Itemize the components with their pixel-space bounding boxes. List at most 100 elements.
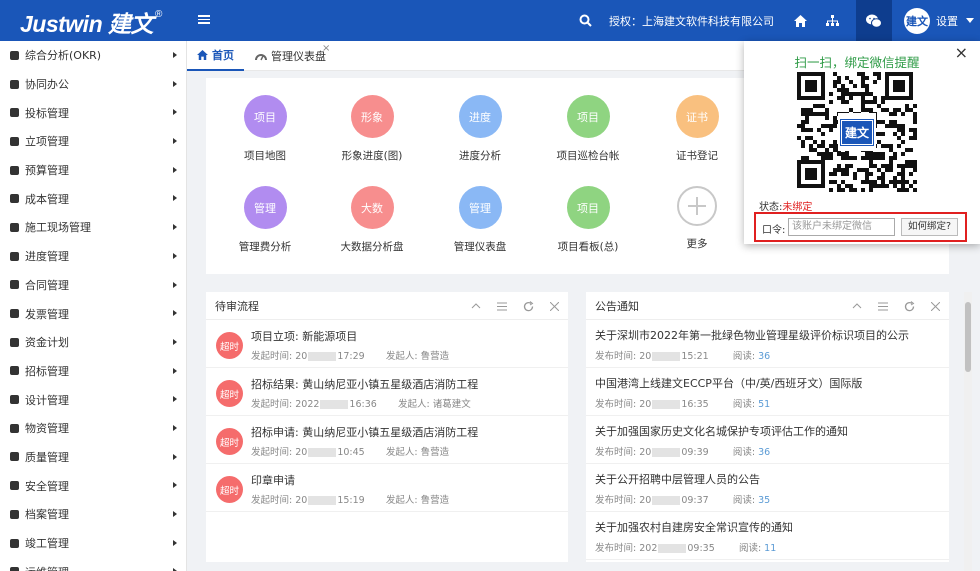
chevron-down-icon[interactable] (966, 18, 974, 23)
notice-panel: 公告通知 关于深圳市2022年第一批绿色物业管理星级评价标识项目的公示 发布时间:… (586, 292, 949, 562)
overdue-badge: 超时 (216, 428, 243, 455)
money-icon (8, 336, 20, 348)
sidebar-item[interactable]: 资金计划 (0, 328, 186, 357)
sidebar-item-label: 综合分析(OKR) (25, 49, 102, 63)
app-shortcut[interactable]: 管理 管理仪表盘 (430, 186, 530, 254)
settings-menu[interactable]: 设置 (936, 13, 958, 29)
sidebar-item[interactable]: 协同办公 (0, 70, 186, 99)
app-shortcut[interactable]: 形象 形象进度(图) (322, 95, 422, 163)
sidebar-item-label: 运维管理 (25, 564, 69, 571)
sidebar-item-label: 投标管理 (25, 106, 69, 120)
sidebar-item[interactable]: 合同管理 (0, 271, 186, 300)
notice-title[interactable]: 关于加强农村自建房安全常识宣传的通知 (595, 519, 793, 535)
brand-logo[interactable]: Justwin 建文 ® (20, 5, 162, 39)
sidebar-item[interactable]: 发票管理 (0, 299, 186, 328)
how-to-bind-button[interactable]: 如何绑定? (901, 218, 958, 236)
token-input[interactable]: 该账户未绑定微信 (788, 218, 895, 236)
sidebar-item[interactable]: 预算管理 (0, 156, 186, 185)
flag-icon (8, 537, 20, 549)
notice-title[interactable]: 中国港湾上线建文ECCP平台（中/英/西班牙文）国际版 (595, 375, 862, 391)
todo-row[interactable]: 超时 招标申请: 黄山纳尼亚小镇五星级酒店消防工程 发起时间: 20 10:45 发起… (206, 416, 568, 464)
time-prefix: 20 (639, 351, 652, 362)
sidebar-item[interactable]: 安全管理 (0, 471, 186, 500)
sidebar-item[interactable]: 进度管理 (0, 242, 186, 271)
notice-title[interactable]: 关于公开招聘中层管理人员的公告 (595, 471, 760, 487)
app-circle: 项目 (566, 95, 610, 138)
menu-icon[interactable] (496, 300, 508, 312)
notice-row[interactable]: 中国港湾上线建文ECCP平台（中/英/西班牙文）国际版 发布时间: 20 16:35… (586, 368, 949, 416)
close-icon[interactable] (548, 300, 560, 312)
todo-row[interactable]: 超时 招标结果: 黄山纳尼亚小镇五星级酒店消防工程 发起时间: 2022 16:36 … (206, 368, 568, 416)
chevron-right-icon (173, 252, 177, 259)
sidebar-item[interactable]: 立项管理 (0, 127, 186, 156)
app-shortcut[interactable]: 证书 证书登记 (647, 95, 747, 163)
read-count: 35 (758, 495, 771, 506)
read-label: 阅读: (732, 351, 756, 362)
notice-row[interactable]: 关于公开招聘中层管理人员的公告 发布时间: 20 09:37 阅读: 35 (586, 464, 949, 512)
todo-title[interactable]: 印章申请 (251, 472, 295, 488)
sidebar-item[interactable]: 施工现场管理 (0, 213, 186, 242)
site-icon (8, 221, 20, 233)
sidebar-item[interactable]: 档案管理 (0, 500, 186, 529)
tab-close-icon[interactable]: × (322, 43, 330, 54)
sidebar-item-label: 档案管理 (25, 508, 69, 522)
sidebar-item-label: 物资管理 (25, 422, 69, 436)
collapse-icon[interactable] (851, 300, 863, 312)
notice-title[interactable]: 关于深圳市2022年第一批绿色物业管理星级评价标识项目的公示 (595, 327, 909, 343)
chevron-right-icon (173, 367, 177, 374)
app-shortcut[interactable]: 管理 管理费分析 (215, 186, 315, 254)
sidebar-item[interactable]: 招标管理 (0, 357, 186, 386)
token-bind-row: 口令: 该账户未绑定微信 如何绑定? (754, 212, 967, 242)
qr-logo: 建文 (838, 113, 876, 151)
app-shortcut[interactable]: 大数 大数据分析盘 (322, 186, 422, 254)
collapse-icon[interactable] (470, 300, 482, 312)
todo-title[interactable]: 招标结果: 黄山纳尼亚小镇五星级酒店消防工程 (251, 376, 478, 392)
app-shortcut[interactable]: 项目 项目巡检台帐 (538, 95, 638, 163)
app-shortcut[interactable]: 项目 项目看板(总) (538, 186, 638, 254)
org-chart-icon[interactable] (824, 13, 840, 29)
notice-title[interactable]: 关于加强国家历史文化名城保护专项评估工作的通知 (595, 423, 848, 439)
todo-row[interactable]: 超时 项目立项: 新能源项目 发起时间: 20 17:29 发起人: 鲁营造 (206, 320, 568, 368)
sidebar-item[interactable]: 综合分析(OKR) (0, 41, 186, 70)
pie-chart-icon (8, 49, 20, 61)
tab-home[interactable]: 首页 (187, 41, 244, 71)
chevron-right-icon (173, 482, 177, 489)
scrollbar[interactable] (964, 292, 972, 571)
wechat-button[interactable] (856, 0, 892, 41)
menu-icon[interactable] (877, 300, 889, 312)
tab-dashboard[interactable]: 管理仪表盘 (255, 41, 326, 71)
todo-title[interactable]: 招标申请: 黄山纳尼亚小镇五星级酒店消防工程 (251, 424, 478, 440)
todo-meta: 发起时间: 20 17:29 发起人: 鲁营造 (251, 348, 449, 362)
notice-row[interactable]: 关于加强国家历史文化名城保护专项评估工作的通知 发布时间: 20 09:39 阅读:… (586, 416, 949, 464)
refresh-icon[interactable] (522, 300, 534, 312)
sidebar-item[interactable]: 设计管理 (0, 385, 186, 414)
app-circle: 进度 (458, 95, 502, 138)
plus-icon (677, 186, 717, 226)
todo-title[interactable]: 项目立项: 新能源项目 (251, 328, 357, 344)
sidebar-item[interactable]: 运维管理 (0, 557, 186, 571)
notice-panel-title: 公告通知 (595, 299, 639, 313)
sidebar-item[interactable]: 竣工管理 (0, 529, 186, 558)
file-icon (8, 279, 20, 291)
app-shortcut[interactable]: 更多 (647, 186, 747, 251)
sidebar-item[interactable]: 投标管理 (0, 98, 186, 127)
time-suffix: 16:36 (349, 399, 377, 410)
dashboard-icon (255, 54, 267, 61)
app-label: 项目巡检台帐 (556, 150, 620, 162)
sidebar-item[interactable]: 质量管理 (0, 443, 186, 472)
sidebar-item-label: 资金计划 (25, 336, 69, 350)
sidebar-item[interactable]: 成本管理 (0, 184, 186, 213)
todo-row[interactable]: 超时 印章申请 发起时间: 20 15:19 发起人: 鲁营造 (206, 464, 568, 512)
menu-toggle-icon[interactable] (198, 13, 210, 25)
sidebar-item[interactable]: 物资管理 (0, 414, 186, 443)
notice-row[interactable]: 关于深圳市2022年第一批绿色物业管理星级评价标识项目的公示 发布时间: 20 15… (586, 320, 949, 368)
app-shortcut[interactable]: 进度 进度分析 (430, 95, 530, 163)
notice-row[interactable]: 关于加强农村自建房安全常识宣传的通知 发布时间: 202 09:35 阅读: 11 (586, 512, 949, 560)
app-shortcut[interactable]: 项目 项目地图 (215, 95, 315, 163)
search-icon[interactable] (577, 13, 593, 29)
chevron-right-icon (173, 539, 177, 546)
close-icon[interactable] (929, 300, 941, 312)
home-icon[interactable] (792, 13, 808, 29)
avatar[interactable]: 建文 (904, 7, 930, 34)
refresh-icon[interactable] (903, 300, 915, 312)
